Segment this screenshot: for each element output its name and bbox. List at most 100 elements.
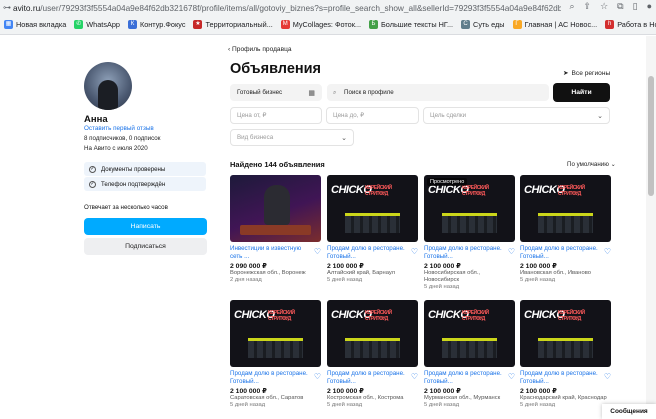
listing-date: 5 дней назад: [424, 402, 460, 408]
url-text[interactable]: avito.ru/user/79293f3f5554a04a9e84f62db3…: [13, 3, 561, 13]
listing-title[interactable]: Продам долю в ресторане. Готовый...: [424, 370, 515, 385]
listing-photo[interactable]: [230, 175, 321, 242]
restaurant-counter: [442, 338, 497, 358]
favorite-heart-icon[interactable]: ♡: [508, 372, 515, 381]
browser-toolbar: ⌕ ⇪ ☆ ⧉ ▯ ●: [570, 1, 653, 12]
bookmark-item[interactable]: Г Главная | АС Новос...: [512, 20, 598, 29]
listing-price: 2 100 000 ₽: [424, 388, 461, 395]
site-info-icon[interactable]: ⊶: [3, 3, 13, 12]
listing-card[interactable]: CHICKO КОРЕЙСКИЙ СТРИТФУД Продам долю в ре…: [230, 300, 321, 409]
listing-photo[interactable]: CHICKO КОРЕЙСКИЙ СТРИТФУД: [520, 300, 611, 367]
zoom-icon[interactable]: ⌕: [570, 1, 575, 12]
restaurant-counter: [345, 338, 400, 358]
bookmark-star-icon[interactable]: ☆: [600, 1, 608, 12]
back-to-profile-link[interactable]: ‹ Профиль продавца: [228, 46, 292, 53]
listing-title[interactable]: Продам долю в ресторане. Готовый...: [327, 370, 418, 385]
price-to-input[interactable]: Цена до, ₽: [326, 107, 419, 124]
listing-card[interactable]: CHICKO КОРЕЙСКИЙ СТРИТФУД Продам долю в ре…: [424, 300, 515, 409]
bookmark-favicon-icon: С: [461, 20, 471, 29]
avatar: [84, 62, 132, 110]
bookmark-item[interactable]: ✆ WhatsApp: [74, 20, 120, 29]
listing-date: 5 дней назад: [424, 284, 460, 290]
business-type-label: Вид бизнеса: [237, 134, 274, 141]
deal-goal-select[interactable]: Цель сделки ⌄: [423, 107, 610, 124]
sort-select[interactable]: По умолчанию ⌄: [567, 161, 616, 168]
bookmark-label: Контур.Фокус: [139, 20, 186, 29]
listing-photo[interactable]: CHICKO КОРЕЙСКИЙ СТРИТФУД: [327, 300, 418, 367]
listing-title[interactable]: Продам долю в ресторане. Готовый...: [424, 245, 515, 260]
listing-photo[interactable]: CHICKO КОРЕЙСКИЙ СТРИТФУД Просмотрено: [424, 175, 515, 242]
bookmark-label: MyCollages: Фоток...: [292, 20, 362, 29]
restaurant-counter: [345, 213, 400, 233]
category-value: Готовый бизнес: [237, 89, 283, 96]
search-placeholder: Поиск в профиле: [344, 89, 394, 96]
sidebar-icon[interactable]: ▯: [633, 1, 638, 12]
listing-card[interactable]: Инвестиции в известную сеть ... ♡ 2 090 00…: [230, 175, 321, 284]
category-select[interactable]: Готовый бизнес ▦: [230, 84, 322, 101]
extensions-icon[interactable]: ⧉: [617, 1, 623, 12]
sort-label: По умолчанию: [567, 161, 609, 168]
price-from-input[interactable]: Цена от, ₽: [230, 107, 322, 124]
share-icon[interactable]: ⇪: [584, 1, 592, 12]
bookmark-item[interactable]: К Контур.Фокус: [127, 20, 186, 29]
favorite-heart-icon[interactable]: ♡: [411, 372, 418, 381]
messages-button[interactable]: Сообщения: [602, 404, 656, 419]
listing-location: Костромская обл., Кострома: [327, 395, 404, 401]
listing-title[interactable]: Продам долю в ресторане. Готовый...: [327, 245, 418, 260]
listing-card[interactable]: CHICKO КОРЕЙСКИЙ СТРИТФУД Продам долю в ре…: [327, 175, 418, 284]
favorite-heart-icon[interactable]: ♡: [314, 372, 321, 381]
documents-verified-label: Документы проверены: [101, 165, 166, 173]
listing-photo[interactable]: CHICKO КОРЕЙСКИЙ СТРИТФУД: [230, 300, 321, 367]
favorite-heart-icon[interactable]: ♡: [411, 247, 418, 256]
regions-selector[interactable]: ➤ Все регионы: [563, 69, 610, 78]
listing-photo[interactable]: CHICKO КОРЕЙСКИЙ СТРИТФУД: [327, 175, 418, 242]
listing-photo[interactable]: CHICKO КОРЕЙСКИЙ СТРИТФУД: [424, 300, 515, 367]
bookmark-favicon-icon: Б: [369, 20, 379, 29]
listing-price: 2 100 000 ₽: [424, 263, 461, 270]
bookmark-label: Новая вкладка: [16, 20, 67, 29]
business-type-select[interactable]: Вид бизнеса ⌄: [230, 129, 354, 146]
bookmark-favicon-icon: К: [127, 20, 137, 29]
seller-name: Анна: [84, 114, 108, 125]
favorite-heart-icon[interactable]: ♡: [604, 247, 611, 256]
find-button[interactable]: Найти: [553, 83, 610, 102]
listing-date: 5 дней назад: [230, 402, 266, 408]
write-button[interactable]: Написать: [84, 218, 207, 235]
profile-icon[interactable]: ●: [647, 1, 652, 12]
bookmark-favicon-icon: ★: [193, 20, 203, 29]
listing-title[interactable]: Продам долю в ресторане. Готовый...: [520, 370, 611, 385]
viewed-badge: Просмотрено: [427, 178, 468, 186]
favorite-heart-icon[interactable]: ♡: [314, 247, 321, 256]
bookmark-item[interactable]: ▦ Новая вкладка: [4, 20, 66, 29]
scrollbar[interactable]: [646, 36, 656, 419]
bookmark-item[interactable]: ★ Территориальный...: [193, 20, 273, 29]
chicko-tagline: КОРЕЙСКИЙ СТРИТФУД: [558, 185, 585, 197]
listing-card[interactable]: CHICKO КОРЕЙСКИЙ СТРИТФУД Продам долю в ре…: [327, 300, 418, 409]
listing-title[interactable]: Продам долю в ресторане. Готовый...: [230, 370, 321, 385]
listing-location: Краснодарский край, Краснодар: [520, 395, 607, 401]
listing-photo[interactable]: CHICKO КОРЕЙСКИЙ СТРИТФУД: [520, 175, 611, 242]
search-input[interactable]: ⌕ Поиск в профиле: [327, 84, 549, 101]
listing-title[interactable]: Продам долю в ресторане. Готовый...: [520, 245, 611, 260]
scrollbar-thumb[interactable]: [648, 76, 654, 196]
page-title: Объявления: [230, 61, 322, 77]
subscribe-button[interactable]: Подписаться: [84, 238, 207, 255]
listing-card[interactable]: CHICKO КОРЕЙСКИЙ СТРИТФУД Продам долю в ре…: [520, 175, 611, 284]
bookmark-item[interactable]: Б Большие тексты НГ...: [369, 20, 453, 29]
listing-title[interactable]: Инвестиции в известную сеть ...: [230, 245, 321, 260]
bookmark-label: Территориальный...: [205, 20, 273, 29]
bookmark-item[interactable]: M MyCollages: Фоток...: [280, 20, 362, 29]
chevron-down-icon: ⌄: [341, 134, 347, 142]
bookmark-item[interactable]: С Суть еды: [461, 20, 505, 29]
bookmark-label: Работа в Новосиби...: [617, 20, 656, 29]
favorite-heart-icon[interactable]: ♡: [604, 372, 611, 381]
listing-card[interactable]: CHICKO КОРЕЙСКИЙ СТРИТФУД Просмотрено Прода…: [424, 175, 515, 291]
favorite-heart-icon[interactable]: ♡: [508, 247, 515, 256]
bookmark-favicon-icon: ✆: [74, 20, 84, 29]
restaurant-counter: [248, 338, 303, 358]
bookmark-label: Главная | АС Новос...: [524, 20, 598, 29]
leave-review-link[interactable]: Оставить первый отзыв: [84, 125, 154, 132]
listing-card[interactable]: CHICKO КОРЕЙСКИЙ СТРИТФУД Продам долю в ре…: [520, 300, 611, 409]
address-bar[interactable]: ⊶ avito.ru/user/79293f3f5554a04a9e84f62d…: [0, 0, 656, 15]
bookmark-item[interactable]: hРабота в Новосиби...: [605, 20, 656, 29]
